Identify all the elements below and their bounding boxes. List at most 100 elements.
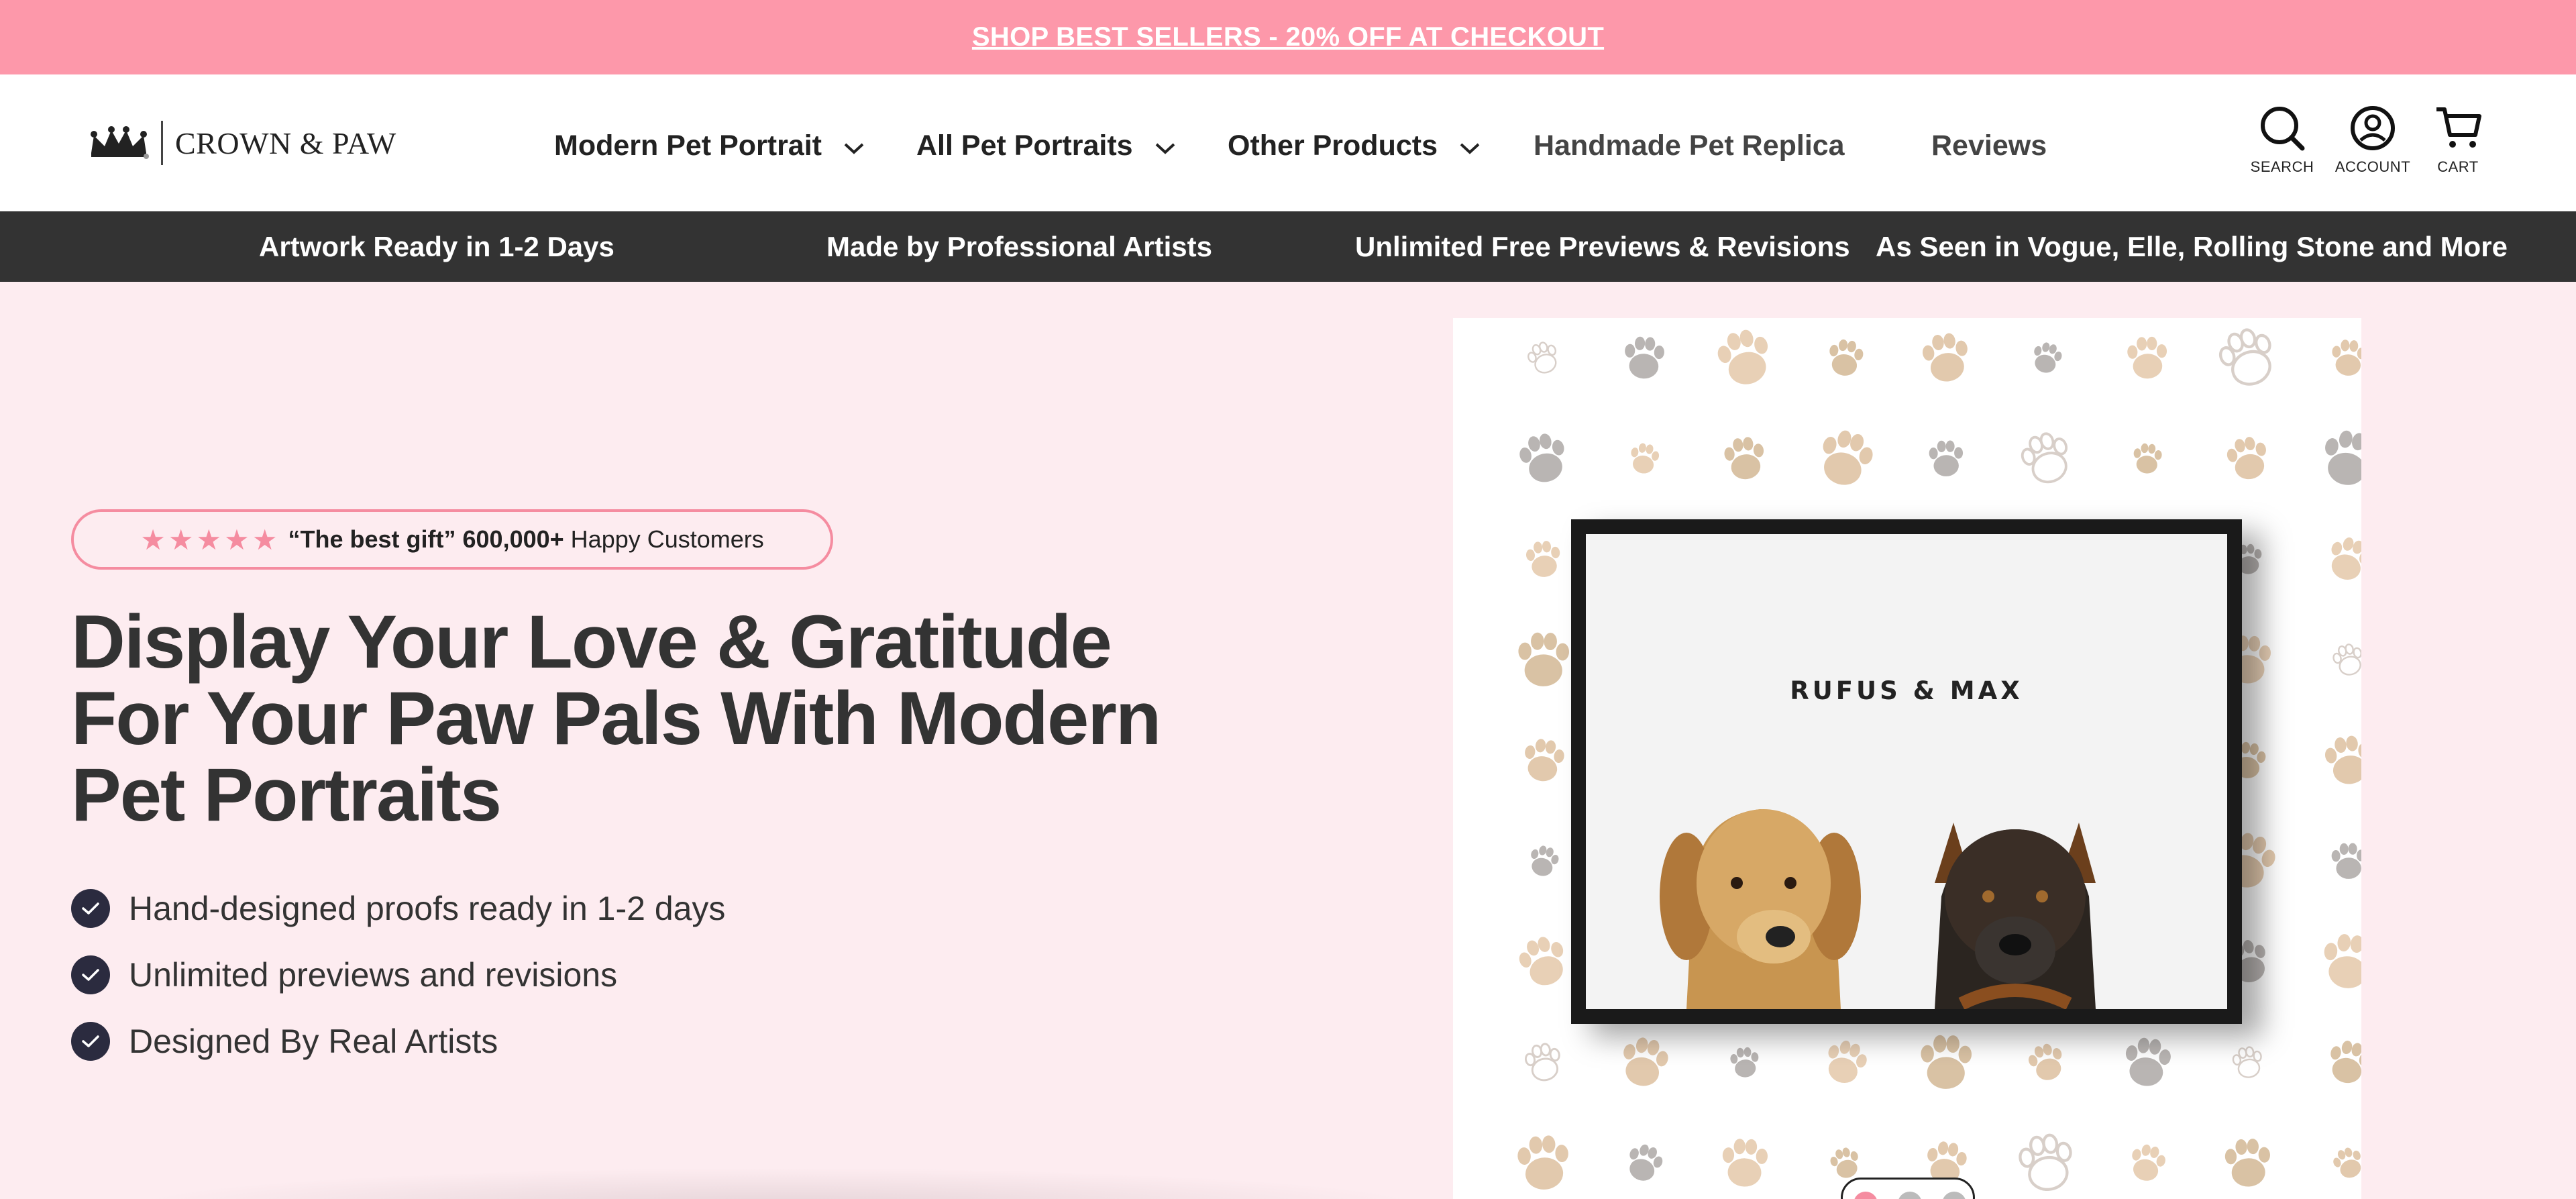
dog-illustrations	[1660, 809, 2096, 1009]
paw-print-icon	[1519, 937, 1564, 986]
account-label: ACCOUNT	[2334, 158, 2411, 175]
nav-label: Reviews	[1931, 129, 2047, 162]
account-icon	[2349, 104, 2397, 156]
paw-print-icon	[1527, 342, 1557, 374]
paw-print-icon	[1518, 632, 1570, 686]
brand-logo[interactable]: CROWN & PAW	[87, 116, 396, 170]
nav-label: Handmade Pet Replica	[1534, 129, 1845, 162]
rating-text: “The best gift” 600,000+ Happy Customers	[288, 525, 764, 553]
cart-label: CART	[2437, 158, 2479, 175]
paw-print-icon	[1730, 1047, 1759, 1078]
paw-print-icon	[1531, 845, 1559, 876]
hero-product-image: RUFUS & MAX	[1453, 318, 2361, 1199]
paw-print-icon	[2324, 735, 2361, 784]
search-label: SEARCH	[2250, 158, 2314, 175]
paw-print-icon	[2019, 1133, 2072, 1191]
paw-print-icon	[2034, 342, 2062, 373]
paw-print-icon	[1830, 1147, 1858, 1178]
paw-print-icon	[2232, 1046, 2262, 1078]
feature-list: Hand-designed proofs ready in 1-2 days U…	[71, 889, 725, 1088]
paw-print-icon	[2331, 537, 2361, 580]
nav-handmade-pet-replica[interactable]: Handmade Pet Replica	[1534, 125, 1845, 166]
nav-modern-pet-portrait[interactable]: Modern Pet Portrait	[554, 125, 865, 166]
paw-print-icon	[2226, 437, 2266, 480]
usp-item: Artwork Ready in 1-2 Days	[259, 231, 614, 262]
usp-item: Unlimited Free Previews & Revisions	[1355, 231, 1850, 262]
german-shepherd-puppy-illustration	[1935, 823, 2096, 1009]
carousel-dot[interactable]	[1898, 1192, 1922, 1199]
feature-item: Unlimited previews and revisions	[71, 955, 725, 994]
paw-print-icon	[1929, 440, 1964, 476]
paw-print-icon	[1921, 1035, 1972, 1089]
paw-print-icon	[2127, 336, 2167, 379]
site-header: CROWN & PAW Modern Pet Portrait All Pet …	[0, 74, 2576, 211]
check-icon	[71, 1022, 110, 1061]
paw-print-icon	[1629, 1144, 1663, 1181]
paw-print-icon	[1517, 1135, 1568, 1190]
paw-print-icon	[2028, 1043, 2062, 1080]
crown-icon	[87, 126, 150, 160]
paw-print-icon	[2218, 328, 2271, 386]
paw-print-icon	[1525, 541, 1560, 577]
paw-print-icon	[1623, 1037, 1668, 1086]
paw-print-icon	[1722, 1139, 1768, 1187]
feature-item: Hand-designed proofs ready in 1-2 days	[71, 889, 725, 928]
paw-print-icon	[2324, 934, 2361, 988]
logo-divider	[161, 121, 163, 165]
paw-print-icon	[2325, 430, 2361, 485]
announcement-bar: SHOP BEST SELLERS - 20% OFF AT CHECKOUT	[0, 0, 2576, 74]
cart-button[interactable]: CART	[2418, 104, 2498, 185]
announcement-link[interactable]: SHOP BEST SELLERS - 20% OFF AT CHECKOUT	[972, 22, 1604, 52]
star-rating-icon: ★★★★★	[140, 523, 280, 556]
paw-print-icon	[2021, 432, 2068, 484]
paw-print-icon	[2125, 1037, 2171, 1086]
paw-print-icon	[1625, 336, 1664, 379]
paw-print-icon	[2224, 1139, 2270, 1187]
feature-item: Designed By Real Artists	[71, 1022, 725, 1061]
chevron-down-icon	[1459, 129, 1481, 162]
usp-item: As Seen in Vogue, Elle, Rolling Stone an…	[1876, 231, 2508, 262]
feature-text: Unlimited previews and revisions	[129, 956, 618, 994]
chevron-down-icon	[1155, 129, 1176, 162]
portrait-frame: RUFUS & MAX	[1571, 519, 2242, 1024]
golden-retriever-illustration	[1660, 809, 1861, 1009]
paw-print-icon	[1922, 333, 1968, 382]
feature-text: Designed By Real Artists	[129, 1023, 498, 1060]
paw-print-icon	[1828, 1041, 1867, 1084]
search-button[interactable]: SEARCH	[2242, 104, 2322, 185]
nav-label: Other Products	[1228, 129, 1438, 162]
usp-item: Made by Professional Artists	[826, 231, 1212, 262]
chevron-down-icon	[843, 129, 865, 162]
paw-print-icon	[1823, 430, 1873, 485]
paw-print-icon	[1524, 1043, 1560, 1082]
nav-reviews[interactable]: Reviews	[1931, 125, 2047, 166]
paw-print-icon	[1724, 437, 1764, 480]
brand-name: CROWN & PAW	[175, 125, 396, 160]
nav-label: Modern Pet Portrait	[554, 129, 822, 162]
nav-label: All Pet Portraits	[916, 129, 1133, 162]
account-button[interactable]: ACCOUNT	[2332, 104, 2413, 185]
usp-bar: Artwork Ready in 1-2 Days Made by Profes…	[0, 211, 2576, 282]
paw-print-icon	[2132, 1144, 2165, 1181]
carousel-dot[interactable]	[1942, 1192, 1966, 1199]
nav-all-pet-portraits[interactable]: All Pet Portraits	[916, 125, 1176, 166]
paw-print-icon	[2331, 843, 2361, 879]
cart-icon	[2434, 104, 2482, 156]
paw-print-icon	[2133, 443, 2162, 474]
nav-other-products[interactable]: Other Products	[1228, 125, 1481, 166]
paw-print-icon	[1631, 443, 1660, 474]
carousel-dot-active[interactable]	[1854, 1192, 1878, 1199]
search-icon	[2258, 104, 2306, 156]
portrait-canvas: RUFUS & MAX	[1586, 534, 2227, 1009]
paw-print-icon	[1519, 433, 1564, 482]
paw-print-icon	[2333, 1147, 2361, 1178]
paw-print-icon	[2332, 643, 2361, 676]
paw-print-icon	[1717, 329, 1768, 384]
paw-print-icon	[2330, 1041, 2361, 1084]
feature-text: Hand-designed proofs ready in 1-2 days	[129, 890, 726, 927]
section-shadow	[121, 1167, 1436, 1199]
paw-print-icon	[2332, 340, 2361, 376]
check-icon	[71, 889, 110, 928]
check-icon	[71, 955, 110, 994]
carousel-dots	[1841, 1178, 1975, 1199]
